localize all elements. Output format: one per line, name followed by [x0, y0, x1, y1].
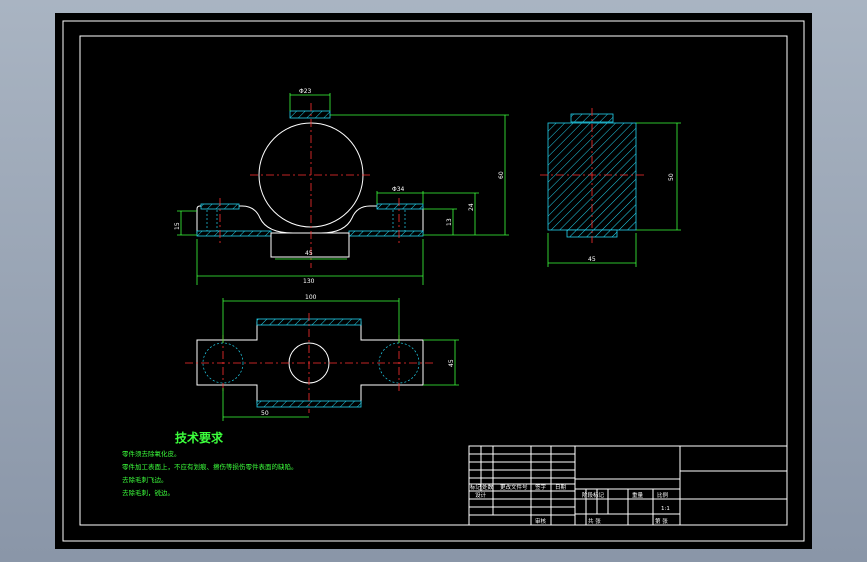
tb-scale: 比例 — [657, 491, 669, 499]
front-view: Φ23 Φ34 15 45 13 24 60 130 — [174, 88, 509, 285]
dim-60: 60 — [498, 171, 505, 179]
tb-sheet-no: 第 张 — [655, 517, 668, 525]
note-line: 零件加工表面上，不应有划痕、擦伤等损伤零件表面的缺陷。 — [122, 462, 298, 471]
notes-title: 技术要求 — [175, 430, 224, 445]
technical-notes: 技术要求 零件须去除氧化皮。 零件加工表面上，不应有划痕、擦伤等损伤零件表面的缺… — [122, 430, 298, 497]
tb-date: 日期 — [555, 484, 567, 491]
dim-100: 100 — [305, 294, 317, 301]
tb-signature: 签字 — [535, 483, 547, 491]
tb-approve: 审核 — [535, 517, 547, 525]
dim-13: 13 — [446, 218, 453, 226]
top-view: 100 45 50 — [185, 294, 459, 421]
side-view: 45 50 — [540, 108, 681, 267]
note-line: 去除毛刺飞边。 — [122, 475, 168, 484]
dim-side-depth: 45 — [588, 256, 596, 263]
tb-mark: 标记 — [470, 483, 482, 491]
title-block: 标记 处数 更改文件号 签字 日期 设计 阶段标记 重量 比例 1:1 审核 共… — [468, 445, 788, 526]
tb-weight: 重量 — [632, 491, 644, 499]
drawing-sheet: Φ23 Φ34 15 45 13 24 60 130 45 50 100 45 … — [55, 13, 812, 549]
inner-border — [79, 35, 788, 526]
dim-50: 50 — [261, 410, 269, 417]
tb-count: 处数 — [482, 483, 494, 491]
tb-sheet-total: 共 张 — [588, 517, 601, 525]
dim-45: 45 — [305, 250, 313, 257]
tb-stage: 阶段标记 — [582, 491, 605, 499]
dim-boss-dia: Φ34 — [392, 186, 405, 193]
note-line: 去除毛刺，锐边。 — [122, 488, 174, 497]
tb-design: 设计 — [475, 491, 487, 499]
tb-scale-value: 1:1 — [661, 506, 670, 512]
note-line: 零件须去除氧化皮。 — [122, 449, 181, 458]
dim-130: 130 — [303, 278, 315, 285]
tb-change-doc: 更改文件号 — [500, 483, 528, 491]
dim-side-height: 50 — [668, 173, 675, 181]
dim-width-50: 45 — [448, 359, 455, 367]
dim-15: 15 — [174, 222, 181, 230]
dim-24: 24 — [468, 203, 475, 211]
dim-top-dia: Φ23 — [299, 88, 312, 95]
cad-drawing: Φ23 Φ34 15 45 13 24 60 130 45 50 100 45 … — [62, 20, 805, 542]
